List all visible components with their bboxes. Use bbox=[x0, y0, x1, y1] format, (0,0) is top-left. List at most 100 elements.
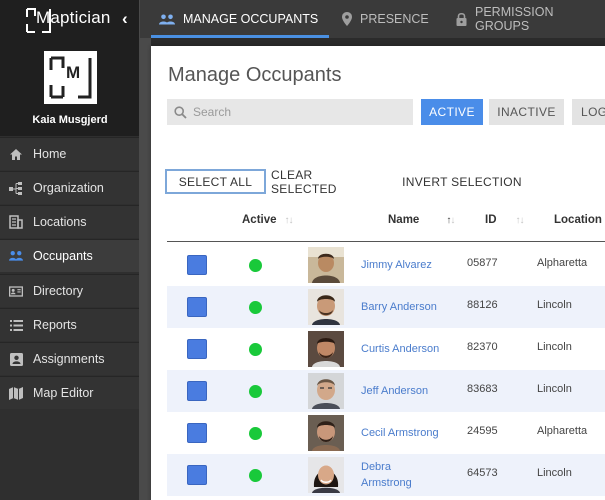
table-row[interactable]: Jeff Anderson 83683 Lincoln bbox=[167, 370, 605, 412]
occupant-name-link[interactable]: Debra Armstrong bbox=[361, 459, 431, 491]
tab-label: PRESENCE bbox=[360, 12, 429, 26]
sidebar-item-label: Directory bbox=[33, 284, 84, 298]
occupant-id: 83683 bbox=[467, 383, 498, 395]
sidebar-item-locations[interactable]: Locations bbox=[0, 205, 139, 238]
list-icon bbox=[9, 318, 23, 332]
sidebar-item-label: Home bbox=[33, 147, 67, 161]
sidebar-item-label: Organization bbox=[33, 181, 104, 195]
select-all-button[interactable]: SELECT ALL bbox=[165, 169, 266, 194]
sidebar: Maptician ‹ M Kaia Musgjerd Home Organiz… bbox=[0, 0, 140, 500]
active-status-dot bbox=[249, 469, 262, 482]
active-status-dot bbox=[249, 301, 262, 314]
sidebar-item-directory[interactable]: Directory bbox=[0, 274, 139, 307]
occupant-name-link[interactable]: Jimmy Alvarez bbox=[361, 257, 432, 273]
inactive-filter-button[interactable]: INACTIVE bbox=[489, 99, 564, 125]
sidebar-item-map-editor[interactable]: Map Editor bbox=[0, 376, 139, 409]
occupant-id: 24595 bbox=[467, 425, 498, 437]
people-icon bbox=[9, 249, 23, 263]
occupant-location: Alpharetta bbox=[537, 257, 588, 269]
brand-header: Maptician ‹ bbox=[0, 0, 140, 38]
tab-presence[interactable]: PRESENCE bbox=[342, 0, 429, 38]
table-row[interactable]: Curtis Anderson 82370 Lincoln bbox=[167, 328, 605, 370]
tab-label: PERMISSION GROUPS bbox=[475, 5, 554, 33]
row-checkbox[interactable] bbox=[187, 381, 207, 401]
occupant-location: Lincoln bbox=[537, 341, 572, 353]
row-checkbox[interactable] bbox=[187, 465, 207, 485]
table-row[interactable]: Jimmy Alvarez 05877 Alpharetta bbox=[167, 244, 605, 286]
building-icon bbox=[9, 215, 23, 229]
occupant-photo bbox=[308, 373, 344, 409]
clear-selected-button[interactable]: CLEAR SELECTED bbox=[271, 168, 381, 196]
occupant-location: Alpharetta bbox=[537, 425, 588, 437]
invert-selection-button[interactable]: INVERT SELECTION bbox=[401, 169, 523, 194]
column-header-id[interactable]: ID ↑↓ bbox=[485, 214, 525, 226]
active-status-dot bbox=[249, 259, 262, 272]
sidebar-item-reports[interactable]: Reports bbox=[0, 308, 139, 341]
column-label: Active bbox=[242, 214, 277, 226]
row-checkbox[interactable] bbox=[187, 255, 207, 275]
column-header-active[interactable]: Active ↑↓ bbox=[242, 214, 294, 226]
org-chart-icon bbox=[9, 181, 23, 195]
profile-name: Kaia Musgjerd bbox=[32, 114, 108, 126]
column-header-name[interactable]: Name ↑↓ bbox=[388, 214, 455, 226]
sidebar-item-label: Map Editor bbox=[33, 386, 94, 400]
people-icon bbox=[159, 14, 175, 25]
sidebar-item-organization[interactable]: Organization bbox=[0, 171, 139, 204]
occupant-photo bbox=[308, 331, 344, 367]
id-card-icon bbox=[9, 284, 23, 298]
assignment-icon bbox=[9, 352, 23, 366]
row-checkbox[interactable] bbox=[187, 339, 207, 359]
table-row[interactable]: Debra Armstrong 64573 Lincoln bbox=[167, 454, 605, 496]
column-label: Name bbox=[388, 214, 420, 226]
row-checkbox[interactable] bbox=[187, 423, 207, 443]
avatar[interactable]: M bbox=[44, 51, 97, 104]
tab-manage-occupants[interactable]: MANAGE OCCUPANTS bbox=[159, 0, 318, 38]
occupant-photo bbox=[308, 289, 344, 325]
page-title: Manage Occupants bbox=[168, 64, 342, 86]
sidebar-item-assignments[interactable]: Assignments bbox=[0, 342, 139, 375]
sidebar-item-home[interactable]: Home bbox=[0, 137, 139, 170]
active-status-dot bbox=[249, 427, 262, 440]
search-bar[interactable] bbox=[167, 99, 413, 125]
column-header-location[interactable]: Location bbox=[554, 214, 602, 226]
table-row[interactable]: Cecil Armstrong 24595 Alpharetta bbox=[167, 412, 605, 454]
occupant-id: 88126 bbox=[467, 299, 498, 311]
row-checkbox[interactable] bbox=[187, 297, 207, 317]
active-filter-button[interactable]: ACTIVE bbox=[421, 99, 483, 125]
sidebar-item-occupants[interactable]: Occupants bbox=[0, 239, 139, 272]
table-header: Active ↑↓ Name ↑↓ ID ↑↓ Location bbox=[167, 204, 605, 242]
occupant-photo bbox=[308, 247, 344, 283]
maptician-logo-icon: M bbox=[49, 56, 92, 99]
occupant-name-link[interactable]: Barry Anderson bbox=[361, 299, 437, 315]
chevron-left-icon[interactable]: ‹ bbox=[122, 9, 128, 29]
app-window: Maptician ‹ M Kaia Musgjerd Home Organiz… bbox=[0, 0, 605, 500]
column-label: ID bbox=[485, 214, 497, 226]
sidebar-item-label: Assignments bbox=[33, 352, 105, 366]
sidebar-divider bbox=[139, 0, 151, 500]
occupant-location: Lincoln bbox=[537, 383, 572, 395]
user-profile: M Kaia Musgjerd bbox=[0, 38, 140, 136]
active-tab-indicator bbox=[151, 35, 329, 38]
column-label: Location bbox=[554, 214, 602, 226]
sort-icon: ↑↓ bbox=[284, 214, 294, 226]
active-status-dot bbox=[249, 343, 262, 356]
occupant-id: 82370 bbox=[467, 341, 498, 353]
search-input[interactable] bbox=[193, 105, 393, 119]
occupant-name-link[interactable]: Cecil Armstrong bbox=[361, 425, 439, 441]
sort-icon: ↑↓ bbox=[515, 214, 525, 226]
brand-name: Maptician bbox=[36, 8, 111, 27]
top-nav: MANAGE OCCUPANTS PRESENCE PERMISSION GRO… bbox=[140, 0, 605, 38]
log-filter-button[interactable]: LOG bbox=[572, 99, 605, 125]
lock-icon bbox=[456, 12, 467, 26]
svg-text:M: M bbox=[66, 63, 80, 82]
occupant-name-link[interactable]: Curtis Anderson bbox=[361, 341, 439, 357]
occupant-photo bbox=[308, 457, 344, 493]
home-icon bbox=[9, 147, 23, 161]
search-icon bbox=[174, 105, 187, 119]
tab-permission-groups[interactable]: PERMISSION GROUPS bbox=[456, 0, 605, 38]
active-status-dot bbox=[249, 385, 262, 398]
table-row[interactable]: Barry Anderson 88126 Lincoln bbox=[167, 286, 605, 328]
sort-ascending-icon: ↑↓ bbox=[446, 214, 455, 226]
sidebar-item-label: Locations bbox=[33, 215, 87, 229]
occupant-name-link[interactable]: Jeff Anderson bbox=[361, 383, 428, 399]
